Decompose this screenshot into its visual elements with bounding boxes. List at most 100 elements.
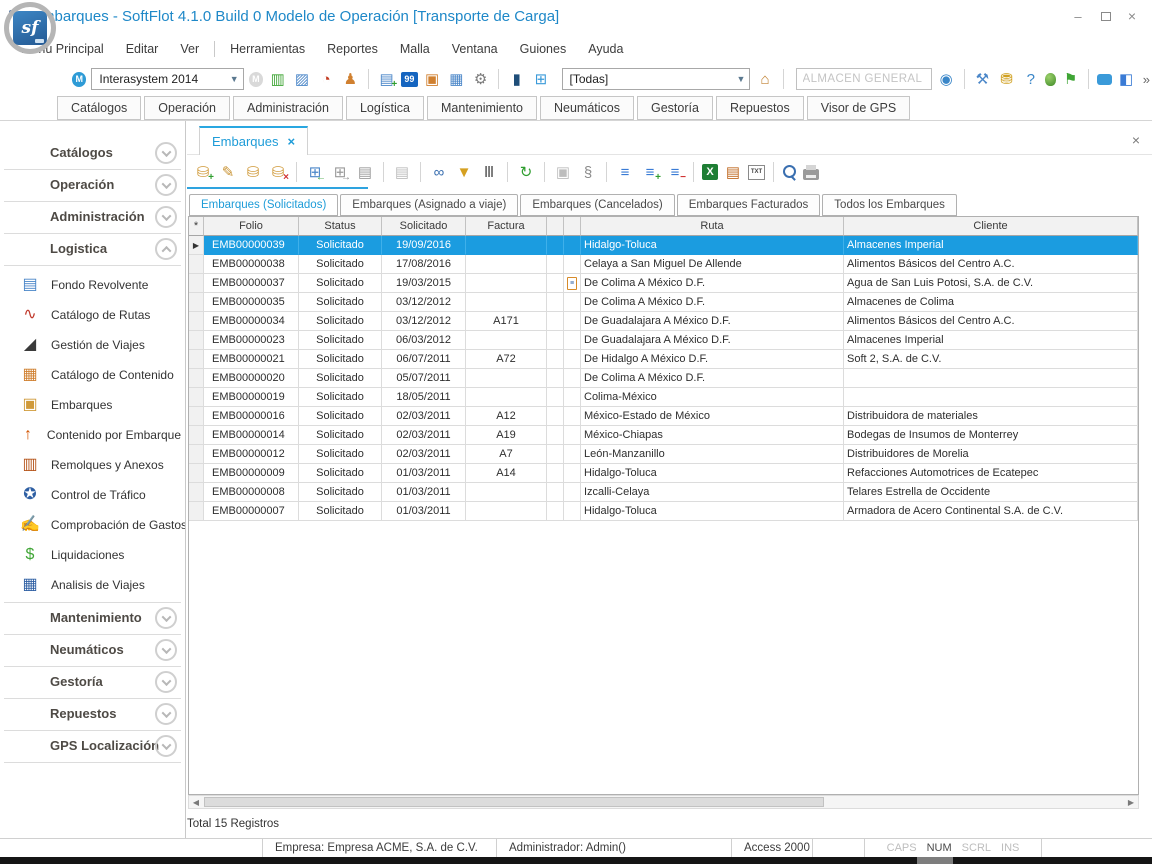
users-icon[interactable]: ♟ bbox=[341, 69, 360, 89]
expand-arrow-icon[interactable] bbox=[155, 639, 177, 661]
module-tab-neumaticos[interactable]: Neumáticos bbox=[540, 96, 634, 120]
sidebar-item-gestion-de-viajes[interactable]: ◢Gestión de Viajes bbox=[4, 330, 181, 360]
table-row[interactable]: EMB00000021Solicitado06/07/2011A72De Hid… bbox=[189, 350, 1138, 369]
search-binoculars-icon[interactable]: ∞ bbox=[429, 162, 449, 182]
subtab-embarques-solicitados[interactable]: Embarques (Solicitados) bbox=[189, 194, 338, 216]
sidebar-section-administracion[interactable]: Administración bbox=[4, 202, 181, 234]
export-records-icon[interactable]: ⊞→ bbox=[330, 162, 350, 182]
close-button[interactable]: × bbox=[1120, 6, 1144, 26]
sidebar-section-neumaticos[interactable]: Neumáticos bbox=[4, 635, 181, 667]
sidebar-item-contenido-por-embarque[interactable]: ↑Contenido por Embarque bbox=[4, 420, 181, 450]
scroll-left-arrow-icon[interactable]: ◀ bbox=[189, 796, 203, 808]
module-tab-gestoria[interactable]: Gestoría bbox=[637, 96, 713, 120]
sidebar-item-remolques-y-anexos[interactable]: ▥Remolques y Anexos bbox=[4, 450, 181, 480]
clipboard-orange-icon[interactable]: ▣ bbox=[423, 69, 442, 89]
grid-column-header-[interactable]: * bbox=[189, 217, 204, 236]
add-record-icon[interactable]: ⛁+ bbox=[193, 162, 213, 182]
badge-99-icon[interactable]: 99 bbox=[401, 72, 417, 87]
help-icon[interactable]: ? bbox=[1021, 69, 1040, 89]
table-row[interactable]: ▶EMB00000039Solicitado19/09/2016Hidalgo-… bbox=[189, 236, 1138, 255]
subtab-embarques-asignado-a-viaje[interactable]: Embarques (Asignado a viaje) bbox=[340, 194, 518, 216]
print-preview-icon[interactable] bbox=[782, 164, 798, 180]
table-row[interactable]: EMB00000037Solicitado19/03/2015≡De Colim… bbox=[189, 274, 1138, 293]
grid-column-header-blank-5[interactable] bbox=[547, 217, 564, 236]
flag-icon[interactable]: ⚑ bbox=[1061, 69, 1080, 89]
barcode-icon[interactable]: Ⅲ bbox=[479, 162, 499, 182]
table-icon[interactable]: ▦ bbox=[447, 69, 466, 89]
table-row[interactable]: EMB00000038Solicitado17/08/2016Celaya a … bbox=[189, 255, 1138, 274]
tree-list-icon[interactable]: ≡ bbox=[615, 162, 635, 182]
sidebar-section-gps-localizacion[interactable]: GPS Localización bbox=[4, 731, 181, 763]
warehouse-input[interactable] bbox=[796, 68, 932, 90]
subtab-embarques-cancelados[interactable]: Embarques (Cancelados) bbox=[520, 194, 674, 216]
table-row[interactable]: EMB00000034Solicitado03/12/2012A171De Gu… bbox=[189, 312, 1138, 331]
window-copy-icon[interactable]: ⊞ bbox=[531, 69, 550, 89]
scroll-right-arrow-icon[interactable]: ▶ bbox=[1124, 796, 1138, 808]
menu-item-reportes[interactable]: Reportes bbox=[316, 39, 389, 59]
table-row[interactable]: EMB00000009Solicitado01/03/2011A14Hidalg… bbox=[189, 464, 1138, 483]
subtab-todos-los-embarques[interactable]: Todos los Embarques bbox=[822, 194, 957, 216]
module-tab-logistica[interactable]: Logística bbox=[346, 96, 424, 120]
bug-icon[interactable] bbox=[1045, 73, 1056, 86]
sidebar-section-catalogos[interactable]: Catálogos bbox=[4, 138, 181, 170]
gauge-icon[interactable]: ◔ bbox=[317, 69, 336, 89]
expand-arrow-icon[interactable] bbox=[155, 735, 177, 757]
export-excel-icon[interactable]: X bbox=[702, 164, 718, 180]
module-tab-visor-de-gps[interactable]: Visor de GPS bbox=[807, 96, 911, 120]
sidebar-section-repuestos[interactable]: Repuestos bbox=[4, 699, 181, 731]
card-view-icon[interactable]: ▤ bbox=[392, 162, 412, 182]
grid-column-header-solicitado[interactable]: Solicitado bbox=[382, 217, 466, 236]
m-badge-icon[interactable]: M bbox=[72, 72, 86, 87]
toolbar-overflow-icon[interactable]: » bbox=[1141, 72, 1152, 87]
combobox-arrow-icon[interactable]: ▼ bbox=[230, 74, 239, 84]
module-tab-catalogos[interactable]: Catálogos bbox=[57, 96, 141, 120]
table-row[interactable]: EMB00000016Solicitado02/03/2011A12México… bbox=[189, 407, 1138, 426]
table-row[interactable]: EMB00000035Solicitado03/12/2012De Colima… bbox=[189, 293, 1138, 312]
module-tab-administracion[interactable]: Administración bbox=[233, 96, 343, 120]
table-row[interactable]: EMB00000023Solicitado06/03/2012De Guadal… bbox=[189, 331, 1138, 350]
grid-column-header-blank-6[interactable] bbox=[564, 217, 581, 236]
table-row[interactable]: EMB00000007Solicitado01/03/2011Hidalgo-T… bbox=[189, 502, 1138, 521]
profile-combobox[interactable]: Interasystem 2014▼ bbox=[91, 68, 243, 90]
module-tab-operacion[interactable]: Operación bbox=[144, 96, 230, 120]
expand-arrow-icon[interactable] bbox=[155, 142, 177, 164]
menu-item-ventana[interactable]: Ventana bbox=[441, 39, 509, 59]
grid-column-header-factura[interactable]: Factura bbox=[466, 217, 547, 236]
document-icon[interactable]: ▤ bbox=[355, 162, 375, 182]
picture-icon[interactable]: ▨ bbox=[292, 69, 311, 89]
menu-item-guiones[interactable]: Guiones bbox=[509, 39, 578, 59]
sidebar-item-comprobacion-de-gastos[interactable]: ✍Comprobación de Gastos bbox=[4, 510, 181, 540]
table-row[interactable]: EMB00000012Solicitado02/03/2011A7León-Ma… bbox=[189, 445, 1138, 464]
print-icon[interactable] bbox=[803, 169, 819, 180]
coins-icon[interactable]: ⛃ bbox=[997, 69, 1016, 89]
sidebar-item-catalogo-de-rutas[interactable]: ∿Catálogo de Rutas bbox=[4, 300, 181, 330]
menu-item-malla[interactable]: Malla bbox=[389, 39, 441, 59]
menu-item-ver[interactable]: Ver bbox=[169, 39, 210, 59]
sidebar-section-logistica[interactable]: Logistica bbox=[4, 234, 181, 266]
export-doc-icon[interactable]: ▤ bbox=[723, 162, 743, 182]
sidebar-section-gestoria[interactable]: Gestoría bbox=[4, 667, 181, 699]
settings-gear-icon[interactable]: ⚙ bbox=[471, 69, 490, 89]
document-area-close-icon[interactable]: × bbox=[1132, 132, 1140, 148]
globe-icon[interactable]: ◉ bbox=[937, 69, 956, 89]
expand-arrow-icon[interactable] bbox=[155, 206, 177, 228]
tree-collapse-icon[interactable]: ≡− bbox=[665, 162, 685, 182]
menu-item-editar[interactable]: Editar bbox=[115, 39, 170, 59]
tab-embarques[interactable]: Embarques × bbox=[199, 126, 308, 155]
wrench-icon[interactable]: ⚒ bbox=[973, 69, 992, 89]
sidebar-item-liquidaciones[interactable]: $Liquidaciones bbox=[4, 540, 181, 570]
sidebar-item-analisis-de-viajes[interactable]: ▦Analisis de Viajes bbox=[4, 570, 181, 600]
grid-column-header-cliente[interactable]: Cliente bbox=[844, 217, 1138, 236]
sidebar-item-fondo-revolvente[interactable]: ▤Fondo Revolvente bbox=[4, 270, 181, 300]
notebook-icon[interactable]: ▮ bbox=[507, 69, 526, 89]
expand-arrow-icon[interactable] bbox=[155, 174, 177, 196]
refresh-icon[interactable]: ↻ bbox=[516, 162, 536, 182]
horizontal-scrollbar[interactable]: ◀ ▶ bbox=[188, 795, 1139, 809]
chat-bubble-icon[interactable] bbox=[1097, 74, 1111, 85]
minimize-button[interactable]: – bbox=[1066, 6, 1090, 26]
expand-arrow-icon[interactable] bbox=[155, 703, 177, 725]
combobox-arrow-icon[interactable]: ▼ bbox=[736, 74, 745, 84]
grid-column-header-status[interactable]: Status bbox=[299, 217, 382, 236]
subtab-embarques-facturados[interactable]: Embarques Facturados bbox=[677, 194, 821, 216]
grid-column-header-folio[interactable]: Folio bbox=[204, 217, 299, 236]
